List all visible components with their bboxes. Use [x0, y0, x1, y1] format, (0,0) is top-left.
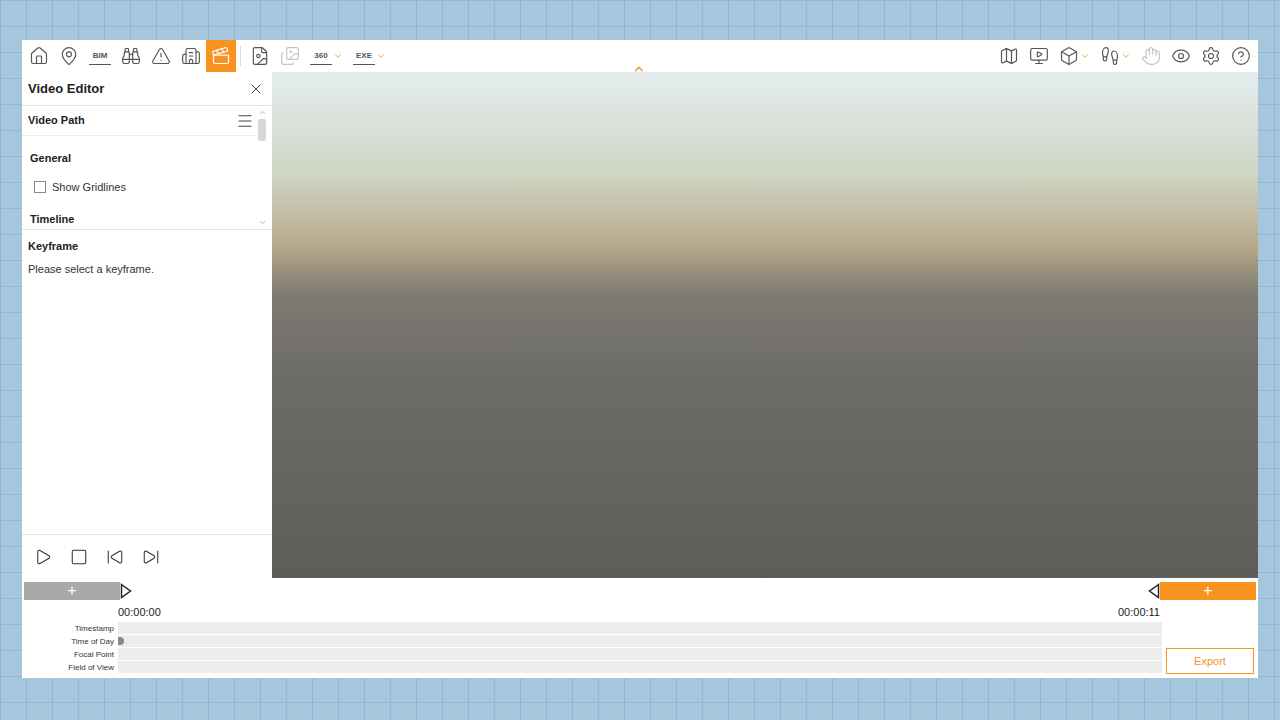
- play-icon[interactable]: [34, 548, 52, 566]
- track-label: Focal Point: [22, 648, 114, 661]
- skip-forward-icon[interactable]: [142, 548, 160, 566]
- scroll-up-icon[interactable]: [258, 108, 267, 117]
- toolbar-button[interactable]: [146, 40, 176, 72]
- toolbar-button[interactable]: [1024, 40, 1054, 72]
- toolbar-button[interactable]: [1226, 40, 1256, 72]
- collapse-toolbar-icon[interactable]: [632, 62, 646, 76]
- export-column: Export: [1162, 600, 1258, 678]
- toolbar-button[interactable]: [1054, 40, 1095, 72]
- toolbar-button[interactable]: [1136, 40, 1166, 72]
- add-end-button[interactable]: +: [1160, 582, 1256, 600]
- buildings-icon: [181, 46, 201, 66]
- video-editor-panel: Video Editor Video Path General Show Gridli…: [22, 72, 272, 578]
- track-row[interactable]: [118, 635, 1162, 648]
- track-label: Field of View: [22, 661, 114, 674]
- timeline-range-bar: ++: [22, 578, 1258, 600]
- player-controls: [22, 534, 272, 578]
- panel-header: Video Editor: [22, 72, 272, 106]
- skip-back-icon[interactable]: [106, 548, 124, 566]
- panel-title: Video Editor: [28, 79, 104, 99]
- dropdown-chevron-icon: [1080, 51, 1090, 61]
- scrollbar[interactable]: [256, 106, 268, 229]
- menu-icon[interactable]: [236, 112, 254, 130]
- track-row[interactable]: [118, 661, 1162, 674]
- main-area: Video Editor Video Path General Show Gridli…: [22, 72, 1258, 578]
- track-row[interactable]: [118, 648, 1162, 661]
- images-icon: [280, 46, 300, 66]
- keyframe-section: KeyframePlease select a keyframe.: [22, 230, 272, 534]
- map-icon: [999, 46, 1019, 66]
- time-ruler: 00:00:00 00:00:11: [118, 604, 1162, 623]
- stop-icon[interactable]: [70, 548, 88, 566]
- group-title: General: [22, 136, 256, 167]
- footprints-icon: [1100, 46, 1120, 66]
- track-area: 00:00:00 00:00:11: [118, 600, 1162, 678]
- end-time: 00:00:11: [1118, 604, 1160, 621]
- scroll-thumb[interactable]: [258, 119, 266, 141]
- settings-section: Video Path General Show GridlinesTimeline: [22, 106, 272, 230]
- start-time: 00:00:00: [118, 604, 161, 621]
- end-marker-icon[interactable]: [1148, 583, 1160, 599]
- image-export-icon: [250, 46, 270, 66]
- timeline: ++TimestampTime of DayFocal PointField o…: [22, 578, 1258, 678]
- panorama-icon: 360: [310, 47, 332, 65]
- home-icon: [29, 46, 49, 66]
- track-row[interactable]: [118, 622, 1162, 635]
- cube-icon: [1059, 46, 1079, 66]
- keyframe-marker[interactable]: [118, 637, 124, 645]
- toolbar-button[interactable]: [1196, 40, 1226, 72]
- start-marker-icon[interactable]: [120, 583, 132, 599]
- clapperboard-icon: [211, 46, 231, 66]
- toolbar-button[interactable]: [1095, 40, 1136, 72]
- section-title: Video Path: [28, 112, 85, 129]
- dropdown-chevron-icon: [1121, 51, 1131, 61]
- toolbar-button[interactable]: [116, 40, 146, 72]
- binoculars-icon: [121, 46, 141, 66]
- app-window: BIM 360 EXE Video Editor Video Path General Sh…: [22, 40, 1258, 678]
- keyframe-title: Keyframe: [28, 238, 272, 255]
- keyframe-message: Please select a keyframe.: [28, 255, 272, 278]
- gridlines-checkbox[interactable]: [34, 181, 46, 193]
- toolbar-separator: [240, 46, 241, 66]
- track-label: Time of Day: [22, 635, 114, 648]
- eye-icon: [1171, 46, 1191, 66]
- section-header[interactable]: Video Path: [22, 106, 256, 136]
- scroll-down-icon[interactable]: [258, 218, 267, 227]
- hand-icon: [1141, 46, 1161, 66]
- help-icon: [1231, 46, 1251, 66]
- toolbar-button[interactable]: BIM: [84, 40, 116, 72]
- toolbar-button[interactable]: [206, 40, 236, 72]
- toolbar-button[interactable]: EXE: [348, 40, 391, 72]
- add-start-button[interactable]: +: [24, 582, 120, 600]
- gridlines-label: Show Gridlines: [52, 179, 126, 196]
- toolbar-button[interactable]: 360: [305, 40, 348, 72]
- map-pin-icon: [59, 46, 79, 66]
- toolbar-button[interactable]: [1166, 40, 1196, 72]
- gridlines-row[interactable]: Show Gridlines: [22, 167, 256, 196]
- monitor-icon: [1029, 46, 1049, 66]
- dropdown-chevron-icon: [376, 51, 386, 61]
- dropdown-chevron-icon: [333, 51, 343, 61]
- toolbar-button[interactable]: [24, 40, 54, 72]
- track-label: Timestamp: [22, 622, 114, 635]
- close-icon[interactable]: [248, 81, 264, 97]
- toolbar-button[interactable]: [245, 40, 275, 72]
- track-labels: TimestampTime of DayFocal PointField of …: [22, 600, 118, 678]
- toolbar-button[interactable]: [54, 40, 84, 72]
- scene-viewport[interactable]: [272, 72, 1258, 578]
- exe-icon: EXE: [353, 47, 375, 65]
- group-title: Timeline: [22, 195, 256, 226]
- export-button[interactable]: Export: [1166, 648, 1254, 674]
- toolbar-button[interactable]: [176, 40, 206, 72]
- toolbar-button[interactable]: [275, 40, 305, 72]
- bim-icon: BIM: [89, 47, 111, 65]
- alert-icon: [151, 46, 171, 66]
- toolbar-button[interactable]: [994, 40, 1024, 72]
- toolbar: BIM 360 EXE: [22, 40, 1258, 72]
- page: BIM 360 EXE Video Editor Video Path General Sh…: [0, 0, 1280, 720]
- gear-icon: [1201, 46, 1221, 66]
